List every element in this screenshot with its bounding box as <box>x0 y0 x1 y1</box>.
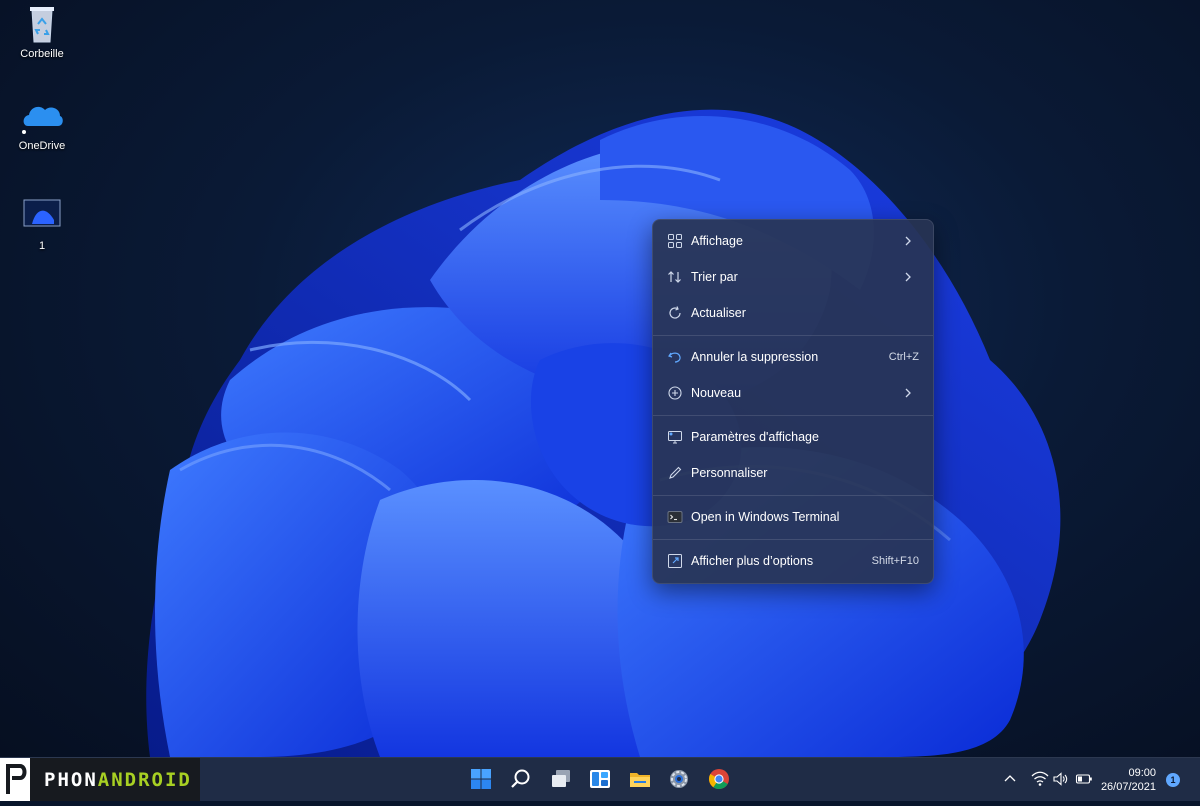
task-view-icon[interactable] <box>549 767 573 791</box>
menu-item-actualiser[interactable]: Actualiser <box>657 297 929 329</box>
menu-item-label: Open in Windows Terminal <box>691 510 840 524</box>
menu-item-label: Paramètres d'affichage <box>691 430 819 444</box>
menu-separator <box>653 539 933 540</box>
menu-separator <box>653 335 933 336</box>
chevron-right-icon <box>905 388 911 398</box>
wifi-icon[interactable] <box>1031 771 1049 787</box>
brand-text: PHONANDROID <box>44 769 192 791</box>
desktop-context-menu: Affichage Trier par Actualiser Annuler l… <box>652 219 934 584</box>
menu-item-trier-par[interactable]: Trier par <box>657 261 929 293</box>
onedrive-cloud-icon <box>20 96 64 136</box>
desktop[interactable]: Corbeille OneDrive 1 Affichage Trier par… <box>0 0 1200 757</box>
chevron-right-icon <box>905 272 911 282</box>
menu-item-label: Annuler la suppression <box>691 350 819 364</box>
desktop-icon-recycle-bin[interactable]: Corbeille <box>7 4 77 60</box>
widgets-icon[interactable] <box>588 767 612 791</box>
wallpaper-bloom <box>146 109 1061 757</box>
grid-view-icon <box>668 234 682 248</box>
pen-icon <box>669 466 682 479</box>
recycle-bin-icon <box>20 4 64 44</box>
battery-icon[interactable] <box>1075 771 1093 787</box>
search-icon[interactable] <box>509 767 533 791</box>
menu-separator <box>653 415 933 416</box>
menu-item-label: Trier par <box>691 270 738 284</box>
volume-icon[interactable] <box>1052 771 1068 787</box>
menu-item-label: Nouveau <box>691 386 742 400</box>
start-icon[interactable] <box>469 767 493 791</box>
chrome-icon[interactable] <box>707 767 731 791</box>
menu-item-label: Personnaliser <box>691 466 768 480</box>
clock-date: 26/07/2021 <box>1100 781 1156 793</box>
menu-item-label: Actualiser <box>691 306 746 320</box>
more-options-icon <box>668 554 682 568</box>
menu-item-affichage[interactable]: Affichage <box>657 225 929 257</box>
plus-circle-icon <box>668 386 682 400</box>
chevron-up-icon[interactable] <box>1002 771 1018 787</box>
terminal-icon <box>667 511 683 523</box>
settings-icon[interactable] <box>667 767 691 791</box>
file-explorer-icon[interactable] <box>628 767 652 791</box>
refresh-icon <box>669 306 681 319</box>
desktop-icon-label: 1 <box>38 240 46 252</box>
menu-item-annuler-suppression[interactable]: Annuler la suppression Ctrl+Z <box>657 341 929 373</box>
desktop-icon-label: Corbeille <box>20 48 64 60</box>
menu-item-label: Afficher plus d’options <box>691 554 814 568</box>
undo-icon <box>668 352 681 363</box>
brand-text-android: ANDROID <box>97 769 192 791</box>
menu-item-parametres-affichage[interactable]: Paramètres d'affichage <box>657 421 929 453</box>
menu-item-nouveau[interactable]: Nouveau <box>657 377 929 409</box>
display-settings-icon <box>668 431 682 444</box>
menu-item-plus-options[interactable]: Afficher plus d’options Shift+F10 <box>657 545 929 577</box>
menu-item-shortcut: Shift+F10 <box>871 555 919 567</box>
menu-item-personnaliser[interactable]: Personnaliser <box>657 457 929 489</box>
chevron-right-icon <box>905 236 911 246</box>
phonandroid-logo-icon <box>0 758 30 801</box>
clock-time: 09:00 <box>1128 767 1156 779</box>
desktop-icon-onedrive[interactable]: OneDrive <box>7 96 77 152</box>
menu-item-shortcut: Ctrl+Z <box>888 351 919 363</box>
phonandroid-watermark: PHONANDROID <box>0 758 200 801</box>
sort-icon <box>668 271 681 283</box>
menu-separator <box>653 495 933 496</box>
brand-text-phon: PHON <box>44 769 98 791</box>
desktop-icon-label: OneDrive <box>18 140 66 152</box>
menu-item-label: Affichage <box>691 234 743 248</box>
taskbar: PHONANDROID 09:00 26/07/2021 1 <box>0 757 1200 801</box>
clock[interactable]: 09:00 26/07/2021 <box>1101 766 1156 794</box>
image-file-icon <box>20 196 64 236</box>
menu-item-windows-terminal[interactable]: Open in Windows Terminal <box>657 501 929 533</box>
notification-badge[interactable]: 1 <box>1166 773 1180 787</box>
desktop-icon-image-file[interactable]: 1 <box>7 196 77 252</box>
